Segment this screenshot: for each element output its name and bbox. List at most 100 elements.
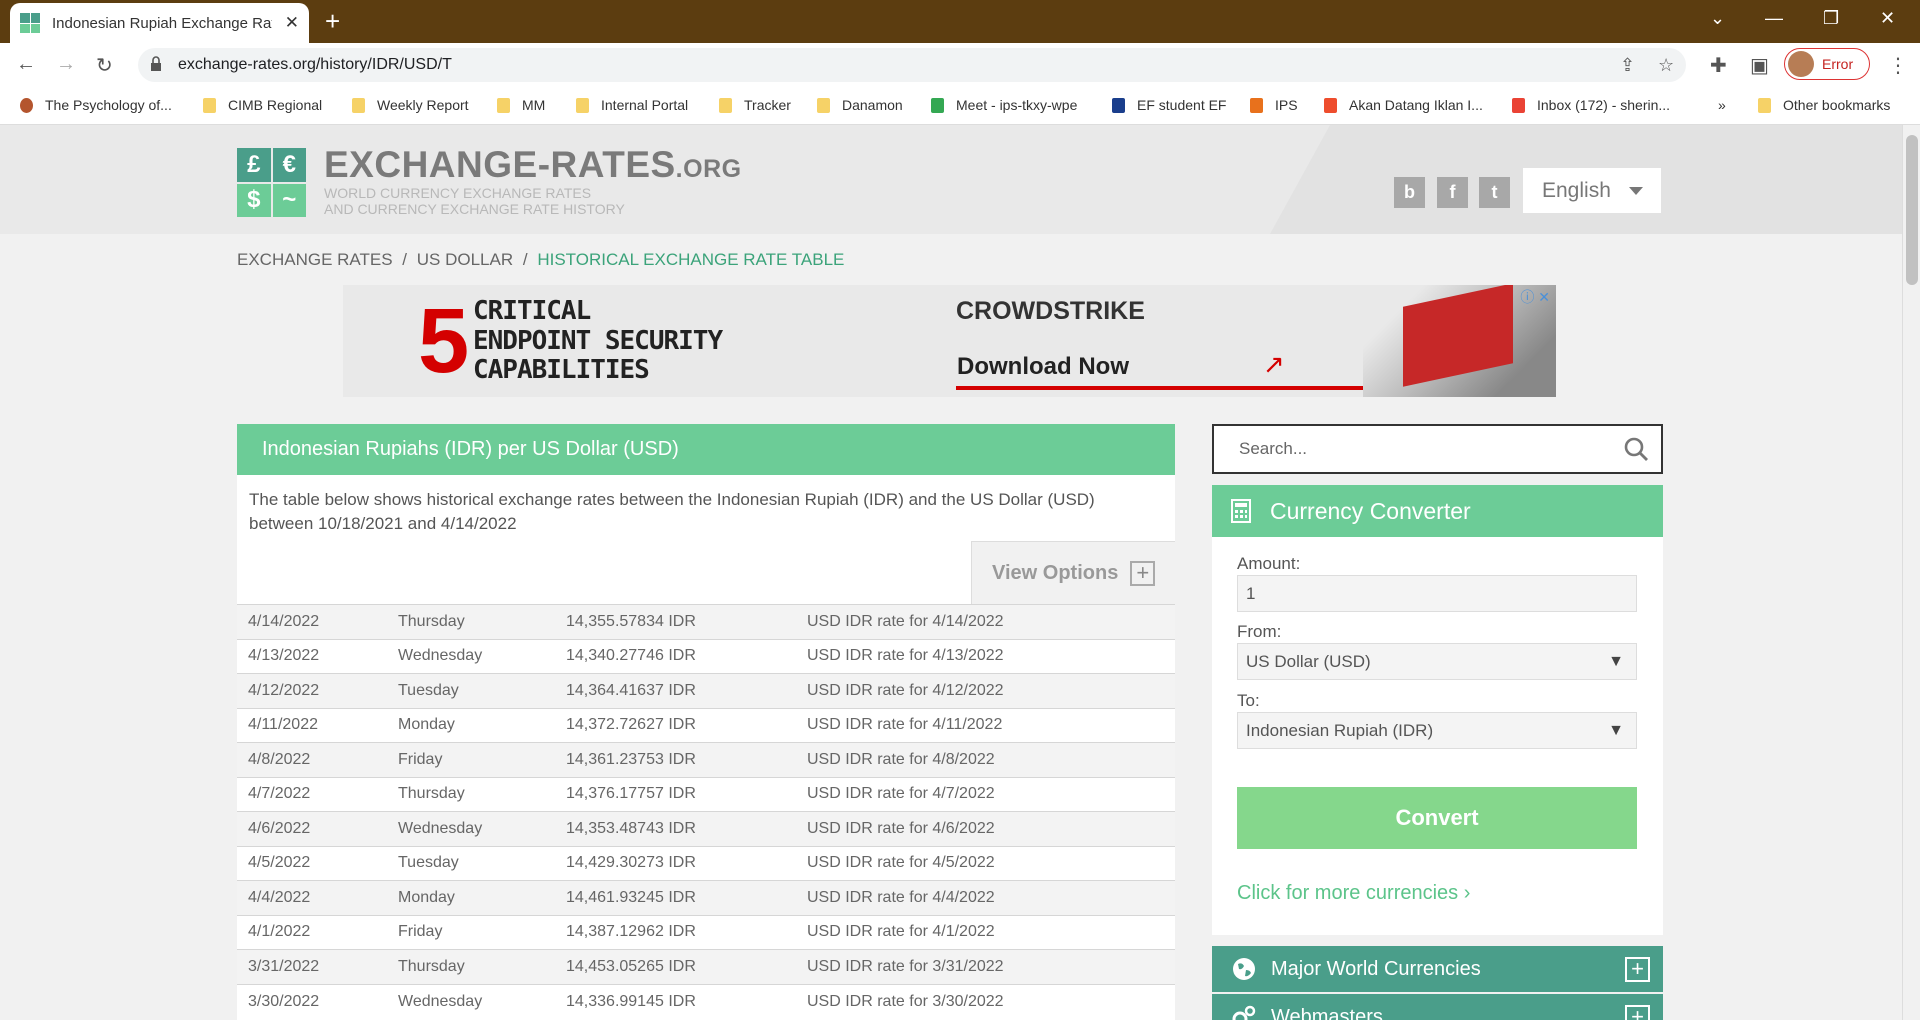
convert-button[interactable]: Convert	[1237, 787, 1637, 849]
to-select[interactable]: Indonesian Rupiah (IDR) ▼	[1237, 712, 1637, 749]
side-panel-icon[interactable]: ▣	[1750, 53, 1769, 78]
folder-icon	[576, 97, 589, 113]
page-scrollbar[interactable]	[1902, 125, 1920, 1020]
bookmark-item[interactable]: Weekly Report	[352, 97, 469, 113]
web-page: £ € $ ~ EXCHANGE-RATES.ORG WORLD CURRENC…	[0, 125, 1902, 1020]
row-rate-link[interactable]: USD IDR rate for 4/13/2022	[807, 638, 1175, 674]
table-description: The table below shows historical exchang…	[249, 490, 1095, 533]
table-row: 4/12/2022 Tuesday 14,364.41637 IDR USD IDR …	[237, 673, 1175, 708]
site-tagline: AND CURRENCY EXCHANGE RATE HISTORY	[324, 201, 625, 217]
webmasters-section[interactable]: Webmasters +	[1212, 994, 1663, 1020]
site-name[interactable]: EXCHANGE-RATES.ORG	[324, 144, 742, 186]
bookmark-item[interactable]: Inbox (172) - sherin...	[1512, 97, 1670, 113]
bookmark-item[interactable]: Tracker	[719, 97, 791, 113]
tab-close-icon[interactable]: ✕	[285, 13, 299, 33]
row-rate: 14,387.12962 IDR	[566, 914, 807, 950]
row-rate: 14,461.93245 IDR	[566, 880, 807, 915]
breadcrumb-link[interactable]: EXCHANGE RATES	[237, 250, 393, 269]
browser-toolbar: ← → ↻ exchange-rates.org/history/IDR/USD…	[0, 43, 1920, 87]
minimize-icon[interactable]: —	[1765, 8, 1783, 29]
rate-table: 4/14/2022 Thursday 14,355.57834 IDR USD IDR…	[237, 604, 1175, 1019]
bookmark-item[interactable]: The Psychology of...	[20, 97, 172, 113]
back-icon[interactable]: ←	[16, 53, 36, 76]
row-rate: 14,453.05265 IDR	[566, 949, 807, 984]
restore-icon[interactable]: ❐	[1823, 8, 1839, 29]
extensions-icon[interactable]: ✚	[1710, 53, 1727, 78]
more-currencies-link[interactable]: Click for more currencies ›	[1237, 882, 1470, 905]
share-icon[interactable]: ⇪	[1620, 55, 1635, 76]
breadcrumb-link[interactable]: US DOLLAR	[417, 250, 513, 269]
bookmark-item[interactable]: Internal Portal	[576, 97, 688, 113]
address-bar[interactable]: exchange-rates.org/history/IDR/USD/T ⇪ ☆	[138, 48, 1686, 82]
browser-tab[interactable]: Indonesian Rupiah Exchange Rat ✕	[10, 3, 309, 43]
bookmark-item[interactable]: IPS	[1250, 97, 1298, 113]
table-row: 4/13/2022 Wednesday 14,340.27746 IDR USD ID…	[237, 638, 1175, 674]
row-rate-link[interactable]: USD IDR rate for 4/12/2022	[807, 673, 1175, 708]
row-date: 3/30/2022	[237, 983, 398, 1019]
ad-brand: CROWDSTRIKE	[956, 297, 1145, 325]
row-rate-link[interactable]: USD IDR rate for 4/7/2022	[807, 776, 1175, 812]
row-rate-link[interactable]: USD IDR rate for 4/5/2022	[807, 845, 1175, 881]
twitter-icon[interactable]: t	[1479, 177, 1510, 208]
row-rate-link[interactable]: USD IDR rate for 4/6/2022	[807, 811, 1175, 846]
row-day: Thursday	[398, 776, 566, 812]
row-rate: 14,355.57834 IDR	[566, 604, 807, 639]
search-icon[interactable]	[1623, 436, 1649, 462]
gears-icon	[1232, 1005, 1256, 1020]
row-rate: 14,361.23753 IDR	[566, 742, 807, 777]
row-rate-link[interactable]: USD IDR rate for 4/11/2022	[807, 707, 1175, 743]
bookmark-item[interactable]: Akan Datang Iklan I...	[1324, 97, 1483, 113]
bookmark-item[interactable]: CIMB Regional	[203, 97, 322, 113]
table-row: 4/7/2022 Thursday 14,376.17757 IDR USD IDR …	[237, 776, 1175, 812]
new-tab-icon[interactable]: +	[325, 7, 340, 35]
major-currencies-section[interactable]: Major World Currencies +	[1212, 946, 1663, 992]
bookmark-item[interactable]: Danamon	[817, 97, 903, 113]
window-close-icon[interactable]: ✕	[1880, 8, 1895, 29]
row-rate-link[interactable]: USD IDR rate for 4/1/2022	[807, 914, 1175, 950]
row-rate-link[interactable]: USD IDR rate for 4/8/2022	[807, 742, 1175, 777]
bookmark-item[interactable]: MM	[497, 97, 545, 113]
blog-icon[interactable]: b	[1394, 177, 1425, 208]
advertisement-banner[interactable]: 5 CRITICAL ENDPOINT SECURITY CAPABILITIE…	[343, 285, 1556, 397]
folder-icon	[1758, 97, 1771, 113]
ad-cta[interactable]: Download Now	[957, 353, 1129, 381]
table-row: 4/6/2022 Wednesday 14,353.48743 IDR USD IDR…	[237, 811, 1175, 846]
site-favicon-icon	[20, 13, 40, 33]
url-text: exchange-rates.org/history/IDR/USD/T	[178, 56, 452, 73]
arrow-icon: ↗	[1263, 349, 1285, 379]
scrollbar-thumb[interactable]	[1906, 135, 1918, 285]
amount-field[interactable]: 1	[1237, 575, 1637, 612]
from-select[interactable]: US Dollar (USD) ▼	[1237, 643, 1637, 680]
site-tagline: WORLD CURRENCY EXCHANGE RATES	[324, 185, 592, 201]
reload-icon[interactable]: ↻	[96, 53, 113, 78]
other-bookmarks[interactable]: Other bookmarks	[1758, 97, 1890, 113]
meet-icon	[931, 97, 944, 113]
tab-search-icon[interactable]: ⌄	[1710, 8, 1725, 29]
bookmarks-overflow-icon[interactable]: »	[1718, 97, 1726, 113]
view-options-button[interactable]: View Options +	[971, 541, 1175, 604]
table-row: 4/8/2022 Friday 14,361.23753 IDR USD IDR ra…	[237, 742, 1175, 777]
row-day: Wednesday	[398, 983, 566, 1019]
bookmark-item[interactable]: EF student EF	[1112, 97, 1226, 113]
row-rate: 14,376.17757 IDR	[566, 776, 807, 812]
row-rate-link[interactable]: USD IDR rate for 4/14/2022	[807, 604, 1175, 639]
profile-button[interactable]: Error	[1784, 48, 1870, 80]
table-heading: Indonesian Rupiahs (IDR) per US Dollar (…	[237, 424, 1175, 475]
row-rate-link[interactable]: USD IDR rate for 3/31/2022	[807, 949, 1175, 984]
menu-kebab-icon[interactable]: ⋮	[1888, 53, 1908, 78]
row-rate-link[interactable]: USD IDR rate for 3/30/2022	[807, 983, 1175, 1019]
bookmark-star-icon[interactable]: ☆	[1658, 55, 1674, 76]
row-date: 4/5/2022	[237, 845, 398, 881]
table-row: 4/4/2022 Monday 14,461.93245 IDR USD IDR ra…	[237, 880, 1175, 915]
ad-close-icon[interactable]: ⓘ ✕	[1520, 287, 1550, 307]
forward-icon[interactable]: →	[56, 53, 76, 76]
table-row: 3/30/2022 Wednesday 14,336.99145 IDR USD ID…	[237, 983, 1175, 1019]
language-select[interactable]: English	[1523, 168, 1661, 213]
search-input[interactable]	[1214, 426, 1604, 472]
row-day: Tuesday	[398, 845, 566, 881]
facebook-icon[interactable]: f	[1437, 177, 1468, 208]
site-logo[interactable]: £ € $ ~	[237, 148, 306, 217]
row-day: Wednesday	[398, 638, 566, 674]
bookmark-item[interactable]: Meet - ips-tkxy-wpe	[931, 97, 1077, 113]
row-rate-link[interactable]: USD IDR rate for 4/4/2022	[807, 880, 1175, 915]
